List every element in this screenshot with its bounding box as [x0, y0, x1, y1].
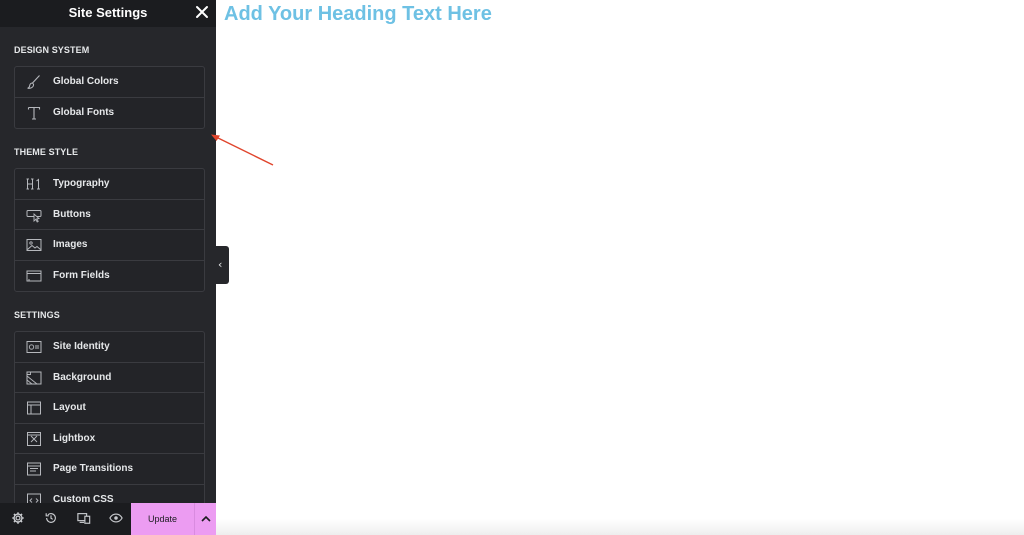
image-icon — [26, 237, 42, 253]
menu-item-images[interactable]: Images — [15, 230, 204, 261]
background-icon — [26, 370, 42, 386]
section-title-design-system: DESIGN SYSTEM — [14, 45, 90, 55]
panel-header: Site Settings — [0, 0, 216, 27]
canvas-bottom-edge — [216, 519, 1024, 535]
menu-item-label: Form Fields — [53, 269, 110, 281]
update-button[interactable]: Update — [131, 503, 194, 535]
site-identity-icon — [26, 339, 42, 355]
menu-item-label: Images — [53, 239, 88, 250]
editor-window: Site Settings DESIGN SYSTEM Global Color… — [0, 0, 1024, 535]
group-theme-style: Typography Buttons Images Form Fields — [14, 168, 205, 292]
collapse-panel-toggle[interactable]: ‹ — [216, 246, 229, 284]
menu-item-label: Typography — [53, 178, 110, 189]
menu-item-page-transitions[interactable]: Page Transitions — [15, 454, 204, 485]
chevron-left-icon: ‹ — [218, 258, 223, 271]
menu-item-label: Global Fonts — [53, 106, 115, 118]
responsive-icon[interactable] — [77, 511, 93, 527]
group-design-system: Global Colors Global Fonts — [14, 66, 205, 129]
page-transitions-icon — [26, 461, 42, 477]
preview-eye-icon[interactable] — [109, 511, 125, 527]
annotation-arrow-icon — [211, 134, 274, 166]
layout-icon — [26, 400, 42, 416]
menu-item-label: Global Colors — [53, 76, 119, 87]
h1-icon — [26, 176, 42, 192]
menu-item-background[interactable]: Background — [15, 363, 204, 393]
menu-item-form-fields[interactable]: Form Fields — [15, 261, 204, 292]
menu-item-label: Background — [53, 371, 112, 383]
form-field-icon — [26, 268, 42, 284]
menu-item-label: Site Identity — [53, 341, 110, 352]
lightbox-icon — [26, 431, 42, 447]
menu-item-label: Layout — [53, 402, 86, 413]
menu-item-buttons[interactable]: Buttons — [15, 200, 204, 230]
close-icon[interactable] — [193, 3, 211, 21]
update-options-button[interactable] — [194, 503, 216, 535]
settings-icon[interactable] — [11, 511, 27, 527]
history-icon[interactable] — [44, 511, 60, 527]
update-button-label: Update — [147, 514, 178, 524]
site-settings-panel: Site Settings DESIGN SYSTEM Global Color… — [0, 0, 216, 535]
brush-icon — [26, 74, 42, 90]
menu-item-label: Buttons — [53, 208, 91, 220]
menu-item-global-fonts[interactable]: Global Fonts — [15, 98, 204, 129]
button-cursor-icon — [26, 207, 42, 223]
menu-item-lightbox[interactable]: Lightbox — [15, 424, 204, 454]
panel-title: Site Settings — [68, 5, 148, 20]
type-t-icon — [26, 105, 42, 121]
menu-item-label: Page Transitions — [53, 463, 134, 474]
menu-item-site-identity[interactable]: Site Identity — [15, 332, 204, 363]
menu-item-label: Lightbox — [53, 432, 96, 444]
section-title-theme-style: THEME STYLE — [14, 147, 79, 157]
menu-item-layout[interactable]: Layout — [15, 393, 204, 424]
chevron-up-icon — [201, 515, 211, 522]
section-title-settings: SETTINGS — [14, 310, 60, 320]
menu-item-typography[interactable]: Typography — [15, 169, 204, 200]
menu-item-global-colors[interactable]: Global Colors — [15, 67, 204, 98]
group-settings: Site Identity Background Layout Lightbox — [14, 331, 205, 511]
canvas-heading[interactable]: Add Your Heading Text Here — [224, 3, 492, 26]
